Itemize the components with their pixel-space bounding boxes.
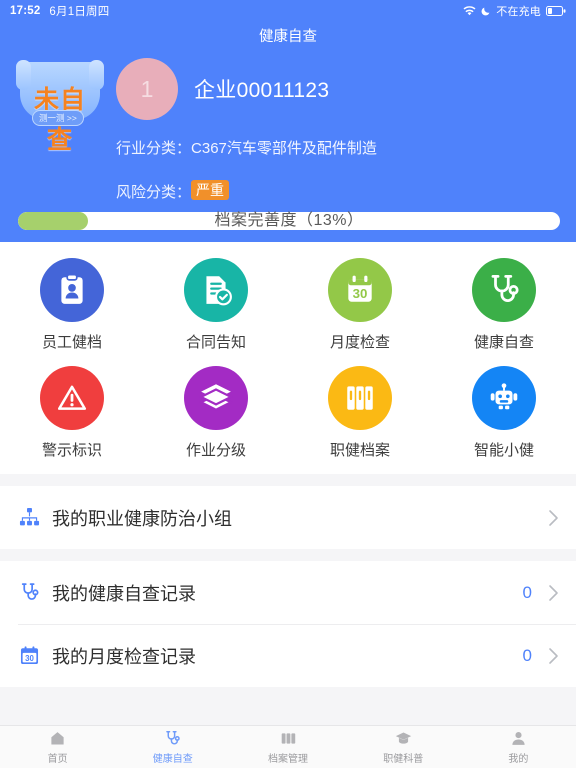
list-section-group: 我的职业健康防治小组	[0, 486, 576, 549]
list-item-label: 我的职业健康防治小组	[52, 508, 232, 529]
header-body: 未自 测一测 >> 查 1 企业00011123 行业分类：C367汽车零部件及…	[0, 52, 576, 208]
list-item-label: 我的健康自查记录	[52, 583, 196, 604]
binders-icon	[328, 366, 392, 430]
moon-icon	[481, 6, 491, 16]
home-icon	[49, 729, 67, 747]
list-item-count: 0	[522, 645, 532, 665]
layers-icon	[184, 366, 248, 430]
chevron-right-icon	[548, 646, 560, 666]
list-item-selfcheck-records[interactable]: 我的健康自查记录 0	[0, 561, 576, 624]
grid-label: 健康自查	[473, 334, 534, 351]
status-bar-left: 17:52 6月1日周四	[10, 3, 109, 19]
industry-label: 行业分类：	[116, 140, 192, 157]
tab-label: 健康自查	[152, 754, 193, 765]
tab-label: 职健科普	[383, 754, 424, 765]
avatar[interactable]: 1	[116, 58, 178, 120]
progress-label: 档案完善度（13%）	[214, 212, 364, 229]
risk-row: 风险分类： 严重	[116, 178, 560, 208]
risk-badge: 严重	[191, 180, 230, 200]
tab-science-popularization[interactable]: 职健科普	[346, 726, 461, 768]
grid-item-health-selfcheck[interactable]: 健康自查	[432, 258, 576, 352]
grid-label: 合同告知	[185, 334, 246, 351]
grid-label: 智能小健	[473, 442, 534, 459]
status-date: 6月1日周四	[49, 6, 110, 18]
svg-text:30: 30	[25, 654, 34, 663]
grid-item-smart-assistant[interactable]: 智能小健	[432, 366, 576, 460]
org-chart-icon	[18, 507, 40, 529]
selfcheck-cta[interactable]: 测一测 >>	[32, 110, 84, 126]
grid-label: 月度检查	[329, 334, 390, 351]
calendar-30-icon: 30	[18, 645, 40, 667]
tab-profile[interactable]: 我的	[461, 726, 576, 768]
status-time: 17:52	[10, 5, 41, 17]
industry-value: C367汽车零部件及配件制造	[191, 140, 377, 157]
grid-item-employee-health[interactable]: 员工健档	[0, 258, 144, 352]
page-title: 健康自查	[259, 29, 317, 45]
document-check-icon	[184, 258, 248, 322]
calendar-30-icon: 30	[328, 258, 392, 322]
tab-label: 档案管理	[268, 754, 308, 765]
status-bar: 17:52 6月1日周四 不在充电	[0, 0, 576, 22]
grid-item-monthly-check[interactable]: 30 月度检查	[288, 258, 432, 352]
app-screen: 17:52 6月1日周四 不在充电 健康自查 未自 测一测 >> 查 1 企业0…	[0, 0, 576, 768]
archive-icon	[279, 729, 297, 747]
section-gap	[0, 474, 576, 486]
tab-label: 我的	[508, 754, 529, 765]
grid-label: 作业分级	[185, 442, 246, 459]
grid-item-occupational-archive[interactable]: 职健档案	[288, 366, 432, 460]
tab-archive-management[interactable]: 档案管理	[230, 726, 345, 768]
charging-status: 不在充电	[496, 6, 541, 18]
tab-home[interactable]: 首页	[0, 726, 115, 768]
org-row: 1 企业00011123	[116, 58, 560, 120]
tab-label: 首页	[47, 754, 68, 765]
robot-icon	[472, 366, 536, 430]
clipboard-person-icon	[40, 258, 104, 322]
battery-icon	[546, 6, 566, 16]
selfcheck-badge[interactable]: 未自 测一测 >> 查	[14, 58, 106, 154]
grid-label: 员工健档	[41, 334, 102, 351]
org-info: 1 企业00011123 行业分类：C367汽车零部件及配件制造 风险分类： 严重	[106, 56, 560, 208]
svg-text:30: 30	[353, 286, 368, 301]
graduation-cap-icon	[394, 729, 412, 747]
org-name: 企业00011123	[194, 79, 330, 102]
stethoscope-icon	[18, 582, 40, 604]
list-item-monthly-records[interactable]: 30 我的月度检查记录 0	[0, 624, 576, 687]
section-gap	[0, 549, 576, 561]
grid-item-work-grading[interactable]: 作业分级	[144, 366, 288, 460]
header-panel: 健康自查 未自 测一测 >> 查 1 企业00011123 行业分类：C367汽…	[0, 22, 576, 242]
warning-triangle-icon	[40, 366, 104, 430]
list-item-health-group[interactable]: 我的职业健康防治小组	[0, 486, 576, 549]
feature-grid-card: 员工健档 合同告知 30 月度检查 健康自查 警示标识 作业分级 职健档案 智能…	[0, 242, 576, 474]
person-icon	[509, 729, 527, 747]
grid-item-warning-sign[interactable]: 警示标识	[0, 366, 144, 460]
feature-grid: 员工健档 合同告知 30 月度检查 健康自查 警示标识 作业分级 职健档案 智能…	[0, 258, 576, 460]
chevron-right-icon	[548, 508, 560, 528]
bottom-tab-bar: 首页 健康自查 档案管理 职健科普 我的	[0, 725, 576, 768]
industry-row: 行业分类：C367汽车零部件及配件制造	[116, 134, 560, 164]
wifi-icon	[463, 6, 476, 16]
list-item-label: 我的月度检查记录	[52, 646, 196, 667]
chevron-right-icon	[548, 583, 560, 603]
list-section-records: 我的健康自查记录 0 30 我的月度检查记录 0	[0, 561, 576, 687]
grid-label: 职健档案	[329, 442, 390, 459]
tab-health-selfcheck[interactable]: 健康自查	[115, 726, 230, 768]
risk-label: 风险分类：	[116, 184, 192, 201]
archive-completeness: 档案完善度（13%）	[18, 210, 560, 232]
status-bar-right: 不在充电	[463, 3, 566, 19]
stethoscope-icon	[472, 258, 536, 322]
stethoscope-icon	[164, 729, 182, 747]
grid-label: 警示标识	[41, 442, 102, 459]
list-item-count: 0	[522, 582, 532, 602]
grid-item-contract-notice[interactable]: 合同告知	[144, 258, 288, 352]
